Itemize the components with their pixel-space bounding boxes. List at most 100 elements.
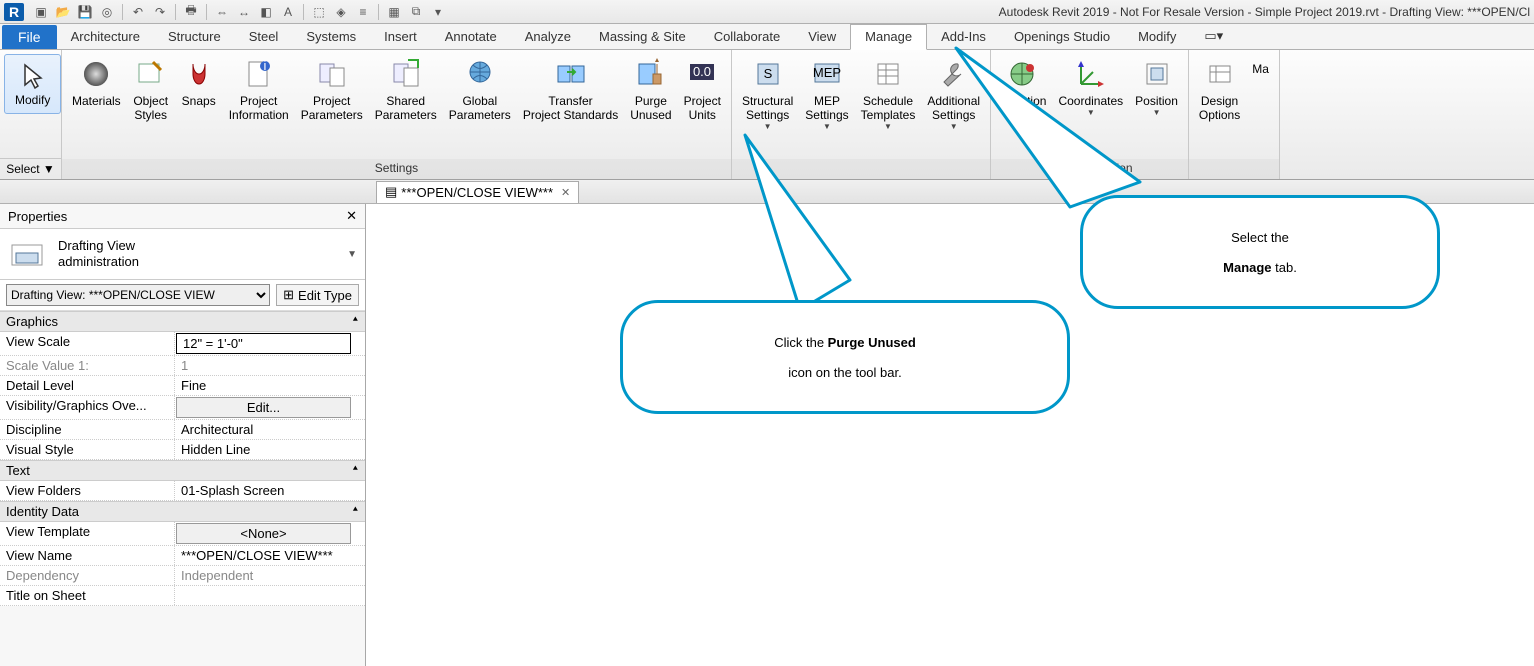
qat-dropdown-icon[interactable]: ▾ xyxy=(430,4,446,20)
design-options-icon xyxy=(1204,58,1236,90)
section-icon[interactable]: ◈ xyxy=(333,4,349,20)
tab-manage[interactable]: Manage xyxy=(850,24,927,50)
tab-steel[interactable]: Steel xyxy=(235,25,293,49)
view-scale-field[interactable]: 12" = 1'-0" xyxy=(176,333,351,354)
discipline-field[interactable]: Architectural xyxy=(175,420,365,439)
schedule-icon xyxy=(872,58,904,90)
drafting-view-icon xyxy=(8,237,48,271)
window-title: Autodesk Revit 2019 - Not For Resale Ver… xyxy=(999,5,1530,19)
properties-header: Properties ✕ xyxy=(0,204,365,229)
global-params-button[interactable]: Global Parameters xyxy=(443,54,517,126)
callout-tail-1 xyxy=(740,130,900,320)
svg-text:S: S xyxy=(763,66,772,81)
panel-schedule-button[interactable]: Schedule Templates▼ xyxy=(855,54,922,135)
view-tab-label: ***OPEN/CLOSE VIEW*** xyxy=(401,185,553,200)
identity-group-header[interactable]: Identity Data⯅ xyxy=(0,501,365,522)
transfer-standards-button[interactable]: Transfer Project Standards xyxy=(517,54,624,126)
tab-massing[interactable]: Massing & Site xyxy=(585,25,700,49)
structural-settings-button[interactable]: SStructural Settings▼ xyxy=(736,54,799,135)
tab-architecture[interactable]: Architecture xyxy=(57,25,154,49)
tab-collaborate[interactable]: Collaborate xyxy=(700,25,795,49)
graphics-group-header[interactable]: Graphics⯅ xyxy=(0,311,365,332)
select-dropdown[interactable]: Select ▼ xyxy=(0,158,61,179)
materials-icon xyxy=(80,58,112,90)
structural-icon: S xyxy=(752,58,784,90)
open-icon[interactable]: ▣ xyxy=(33,4,49,20)
properties-panel: Properties ✕ Drafting Viewadministration… xyxy=(0,204,366,666)
project-info-button[interactable]: iProject Information xyxy=(223,54,295,126)
modify-button[interactable]: Modify xyxy=(4,54,61,114)
settings-group-label: Settings xyxy=(62,159,731,179)
svg-text:MEP: MEP xyxy=(813,65,841,80)
close-panel-icon[interactable]: ✕ xyxy=(346,208,357,224)
tab-view[interactable]: View xyxy=(794,25,850,49)
snaps-icon xyxy=(183,58,215,90)
text-icon[interactable]: A xyxy=(280,4,296,20)
type-selector[interactable]: Drafting Viewadministration ▼ xyxy=(0,229,365,280)
mep-settings-button[interactable]: MEPMEP Settings▼ xyxy=(799,54,854,135)
edit-type-button[interactable]: ⊞Edit Type xyxy=(276,284,359,306)
close-tab-icon[interactable]: ✕ xyxy=(561,186,570,199)
visual-style-field[interactable]: Hidden Line xyxy=(175,440,365,459)
properties-title: Properties xyxy=(8,209,67,224)
project-info-icon: i xyxy=(243,58,275,90)
project-params-button[interactable]: Project Parameters xyxy=(295,54,369,126)
detail-level-field[interactable]: Fine xyxy=(175,376,365,395)
purge-icon xyxy=(635,58,667,90)
callout-manage: Select the Manage tab. xyxy=(1080,195,1440,309)
save-icon[interactable]: 💾 xyxy=(77,4,93,20)
view-tab[interactable]: ▤ ***OPEN/CLOSE VIEW*** ✕ xyxy=(376,181,579,203)
svg-text:0.0: 0.0 xyxy=(693,64,711,79)
materials-button[interactable]: Materials xyxy=(66,54,127,112)
callout-tail-2 xyxy=(950,42,1150,212)
chevron-down-icon: ▼ xyxy=(347,249,357,260)
switch-window-icon[interactable]: ⧉ xyxy=(408,4,424,20)
redo-icon[interactable]: ↷ xyxy=(152,4,168,20)
revit-logo-icon[interactable]: R xyxy=(4,3,24,21)
dimension-icon[interactable]: ↔ xyxy=(236,4,252,20)
purge-unused-button[interactable]: Purge Unused xyxy=(624,54,677,126)
3d-icon[interactable]: ⬚ xyxy=(311,4,327,20)
object-styles-button[interactable]: Object Styles xyxy=(127,54,175,126)
design-options-button[interactable]: Design Options xyxy=(1193,54,1246,126)
project-params-icon xyxy=(316,58,348,90)
thin-lines-icon[interactable]: ≡ xyxy=(355,4,371,20)
units-icon: 0.0 xyxy=(686,58,718,90)
callout-purge: Click the Purge Unused icon on the tool … xyxy=(620,300,1070,414)
global-params-icon xyxy=(464,58,496,90)
title-on-sheet-field[interactable] xyxy=(175,586,365,605)
tab-annotate[interactable]: Annotate xyxy=(431,25,511,49)
view-selector[interactable]: Drafting View: ***OPEN/CLOSE VIEW xyxy=(6,284,270,306)
tag-icon[interactable]: ◧ xyxy=(258,4,274,20)
ribbon-tabs: File Architecture Structure Steel System… xyxy=(0,24,1534,50)
shared-params-button[interactable]: Shared Parameters xyxy=(369,54,443,126)
view-template-button[interactable]: <None> xyxy=(176,523,351,544)
visibility-edit-button[interactable]: Edit... xyxy=(176,397,351,418)
view-name-field[interactable]: ***OPEN/CLOSE VIEW*** xyxy=(175,546,365,565)
main-model-button[interactable]: Ma xyxy=(1246,54,1275,80)
document-icon: ▤ xyxy=(385,184,397,200)
mep-icon: MEP xyxy=(811,58,843,90)
sync-icon[interactable]: ◎ xyxy=(99,4,115,20)
tab-systems[interactable]: Systems xyxy=(292,25,370,49)
tab-insert[interactable]: Insert xyxy=(370,25,431,49)
close-views-icon[interactable]: ▦ xyxy=(386,4,402,20)
transfer-icon xyxy=(555,58,587,90)
project-units-button[interactable]: 0.0Project Units xyxy=(678,54,727,126)
text-group-header[interactable]: Text⯅ xyxy=(0,460,365,481)
cursor-icon xyxy=(19,61,47,89)
measure-icon[interactable]: ⇔ xyxy=(214,4,230,20)
edit-type-icon: ⊞ xyxy=(283,287,294,303)
print-icon[interactable]: 🖶 xyxy=(183,4,199,20)
object-styles-icon xyxy=(135,58,167,90)
tab-analyze[interactable]: Analyze xyxy=(511,25,585,49)
svg-text:i: i xyxy=(263,58,266,73)
undo-icon[interactable]: ↶ xyxy=(130,4,146,20)
tab-structure[interactable]: Structure xyxy=(154,25,235,49)
quick-access-toolbar: R ▣ 📂 💾 ◎ ↶ ↷ 🖶 ⇔ ↔ ◧ A ⬚ ◈ ≡ ▦ ⧉ ▾ Auto… xyxy=(0,0,1534,24)
tab-extra-icon[interactable]: ▭▾ xyxy=(1190,24,1237,49)
tab-file[interactable]: File xyxy=(2,25,57,49)
open-folder-icon[interactable]: 📂 xyxy=(55,4,71,20)
snaps-button[interactable]: Snaps xyxy=(175,54,223,112)
view-folders-field[interactable]: 01-Splash Screen xyxy=(175,481,365,500)
